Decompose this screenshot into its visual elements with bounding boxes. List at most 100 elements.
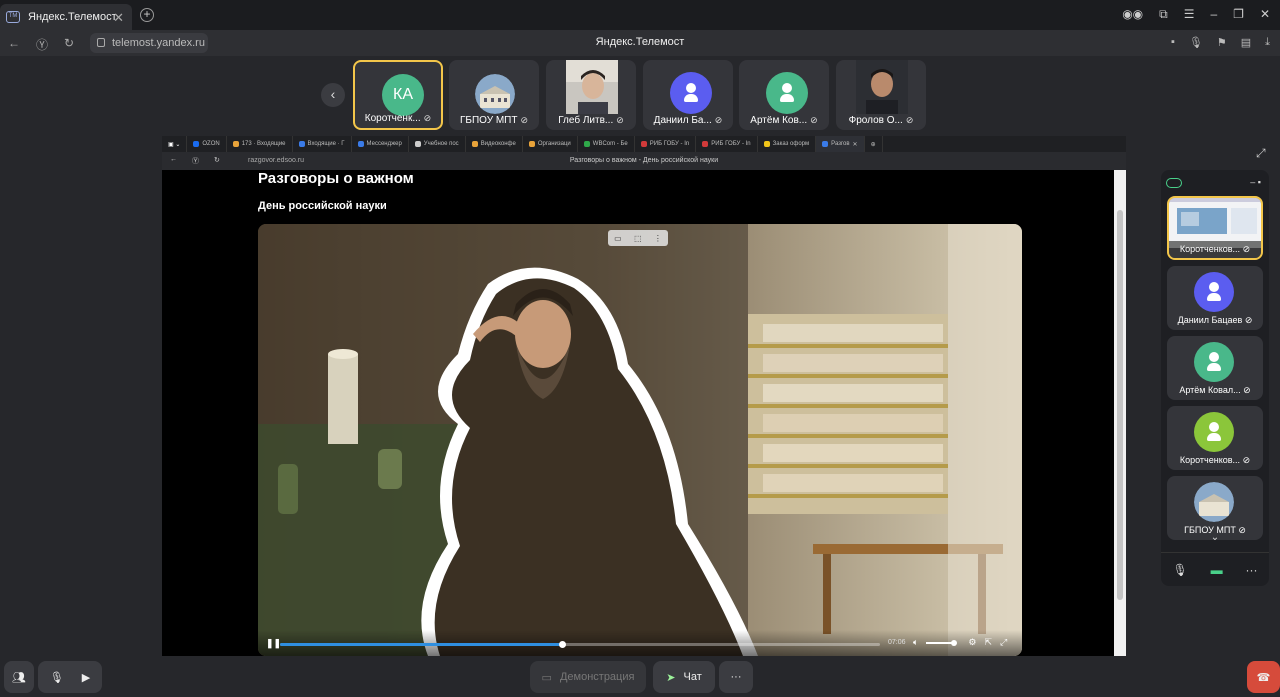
- menu-icon[interactable]: ☰: [1184, 7, 1195, 22]
- bottle-shelves: [748, 314, 948, 514]
- shared-tab: 173 · Входящие: [227, 136, 293, 152]
- participant-name: Артём Ковал... ⊘: [1179, 385, 1251, 395]
- participant-name: Артём Ков... ⊘: [750, 115, 818, 126]
- video-right-controls: 🔈︎ ⚙ ⇱ ⤢: [913, 637, 1007, 648]
- video-controls: ❚❚ 07:06 🔈︎ ⚙ ⇱ ⤢: [258, 630, 1022, 656]
- incognito-icon[interactable]: ◉◉: [1122, 7, 1143, 22]
- tab-favicon-icon: [583, 141, 590, 147]
- scroll-down-chevron-icon[interactable]: ⌄: [1207, 532, 1223, 546]
- shared-tab: РИБ ГОБУ - In: [635, 136, 697, 152]
- window-controls: ◉◉ ⧉ ☰ – ❐ ✕: [1122, 7, 1270, 22]
- participant-tile[interactable]: Артём Ков... ⊘: [739, 60, 829, 130]
- mic-off-icon: ⊘: [1242, 455, 1251, 465]
- panel-window-controls-icon[interactable]: – ▪: [1250, 177, 1261, 187]
- external-link-icon[interactable]: ⇱: [984, 637, 992, 648]
- participant-tile[interactable]: ГБПОУ МПТ ⊘: [449, 60, 539, 130]
- shared-browser-tabs: ▣ ⌄ OZON 173 · Входящие Входящие · Г Мес…: [162, 136, 1126, 152]
- select-area-icon[interactable]: ⬚: [634, 234, 642, 243]
- participant-tile[interactable]: Глеб Литв... ⊘: [546, 60, 636, 130]
- more-button[interactable]: ···: [719, 661, 753, 693]
- participant-tile-screen[interactable]: Коротченков... ⊘: [1167, 196, 1263, 260]
- chat-button[interactable]: ➤ Чат: [653, 661, 715, 693]
- screen-share-icon[interactable]: ▬: [1211, 563, 1223, 577]
- camera-off-button[interactable]: ▶︎: [82, 671, 90, 684]
- tab-manager-icon[interactable]: ⧉: [1159, 7, 1168, 22]
- add-user-icon: 👥︎: [12, 671, 26, 684]
- add-participant-button[interactable]: 👥︎: [4, 661, 34, 693]
- shared-tab: Организаци: [523, 136, 578, 152]
- participant-name: Даниил Ба... ⊘: [653, 115, 723, 126]
- shared-tab-active: Разгов ✕: [816, 136, 865, 152]
- shared-tab: Входящие · Г: [293, 136, 352, 152]
- pause-icon[interactable]: ❚❚: [266, 638, 281, 649]
- browser-tab-telemost[interactable]: ТМ Яндекс.Телемост ✕: [0, 4, 132, 30]
- participant-tile[interactable]: КА Коротченк... ⊘: [353, 60, 443, 130]
- participant-name: Коротченк... ⊘: [364, 113, 432, 124]
- download-icon[interactable]: ⤓: [1265, 36, 1270, 49]
- mic-off-button[interactable]: 🎙︎: [50, 671, 64, 684]
- minimize-icon[interactable]: –: [1210, 7, 1217, 22]
- person-avatar-icon: [1194, 342, 1234, 382]
- new-tab-button[interactable]: +: [140, 8, 154, 22]
- person-avatar-icon: [1194, 412, 1234, 452]
- participant-name: ГБПОУ МПТ ⊘: [459, 115, 529, 126]
- shared-page-title: Разговоры о важном - День российской нау…: [569, 157, 719, 164]
- pip-icon[interactable]: ▭: [614, 234, 622, 243]
- mic-off-icon: ⊘: [423, 113, 432, 123]
- video-progress-knob[interactable]: [559, 641, 566, 648]
- tab-favicon-icon: [471, 141, 478, 147]
- settings-gear-icon[interactable]: ⚙: [968, 637, 976, 648]
- bookmark-icon[interactable]: ⚑: [1217, 36, 1227, 49]
- close-window-icon[interactable]: ✕: [1260, 7, 1270, 22]
- participant-photo: [856, 60, 908, 114]
- page-subheading: День российской науки: [258, 200, 387, 212]
- mic-off-icon: ⊘: [810, 115, 818, 125]
- expand-fullscreen-icon[interactable]: ⤢: [1256, 146, 1266, 161]
- video-frame: [258, 224, 1022, 656]
- participant-tile[interactable]: Даниил Ба... ⊘: [643, 60, 733, 130]
- mic-off-icon: ⊘: [1238, 525, 1246, 535]
- browser-address-bar: ← Ⓨ ↻ telemost.yandex.ru Яндекс.Телемост…: [0, 30, 1280, 56]
- shared-tab: WBCom - Бе: [578, 136, 635, 152]
- shared-page-content: Разговоры о важном День российской науки: [162, 170, 1114, 656]
- panel-header: – ▪: [1161, 174, 1269, 194]
- participant-tile[interactable]: Артём Ковал... ⊘: [1167, 336, 1263, 400]
- participant-tile[interactable]: Фролов О... ⊘: [836, 60, 926, 130]
- fullscreen-icon[interactable]: ⤢: [1000, 637, 1007, 648]
- more-vertical-icon[interactable]: ⋮: [654, 234, 662, 243]
- chat-icon: ➤: [666, 671, 676, 684]
- participant-name: Коротченков... ⊘: [1179, 455, 1251, 465]
- person-avatar-icon: [766, 72, 808, 114]
- volume-slider[interactable]: [926, 639, 958, 646]
- shared-tab: Мессенджер: [352, 136, 409, 152]
- screen-icon: ▭: [541, 671, 552, 684]
- address-bar-actions: ▪ 🎙︎ ⚑ ▤ ⤓: [1171, 36, 1270, 49]
- strip-prev-button[interactable]: ‹: [321, 83, 345, 107]
- tab-favicon-icon: [414, 141, 421, 147]
- participant-photo: [566, 60, 618, 114]
- reader-icon[interactable]: ▤: [1241, 36, 1251, 49]
- screen-share-view[interactable]: ▣ ⌄ OZON 173 · Входящие Входящие · Г Мес…: [162, 136, 1126, 656]
- participant-name: Фролов О... ⊘: [848, 115, 914, 126]
- screen-demo-button[interactable]: ▭ Демонстрация: [530, 661, 646, 693]
- more-horizontal-icon[interactable]: ···: [1246, 563, 1258, 577]
- mic-off-icon[interactable]: 🎙︎: [1172, 563, 1187, 577]
- volume-icon[interactable]: 🔈︎: [913, 637, 918, 648]
- browser-tab-title: Яндекс.Телемост: [28, 11, 117, 23]
- participant-name: Глеб Литв... ⊘: [558, 115, 624, 126]
- panel-controls: 🎙︎ ▬ ···: [1161, 552, 1269, 586]
- restore-icon[interactable]: ❐: [1233, 7, 1244, 22]
- video-progress-bar[interactable]: [280, 641, 880, 648]
- camera-permission-icon[interactable]: ▪: [1171, 36, 1175, 49]
- participant-tile[interactable]: Коротченков... ⊘: [1167, 406, 1263, 470]
- end-call-button[interactable]: ☎︎: [1247, 661, 1280, 693]
- participant-tile[interactable]: ГБПОУ МПТ ⊘: [1167, 476, 1263, 540]
- tab-favicon-icon: [357, 141, 364, 147]
- video-time: 07:06: [888, 639, 906, 646]
- video-player[interactable]: ▭ ⬚ ⋮ ❚❚ 07:06 🔈︎ ⚙ ⇱ ⤢: [258, 224, 1022, 656]
- participant-tile[interactable]: Даниил Бацаев ⊘: [1167, 266, 1263, 330]
- shared-tab: Учебное пос: [409, 136, 466, 152]
- mic-permission-icon[interactable]: 🎙︎: [1189, 36, 1203, 49]
- close-tab-icon[interactable]: ✕: [113, 10, 124, 26]
- participant-strip: ‹ КА Коротченк... ⊘ ГБПОУ МПТ ⊘ Глеб Литв.…: [0, 56, 1280, 136]
